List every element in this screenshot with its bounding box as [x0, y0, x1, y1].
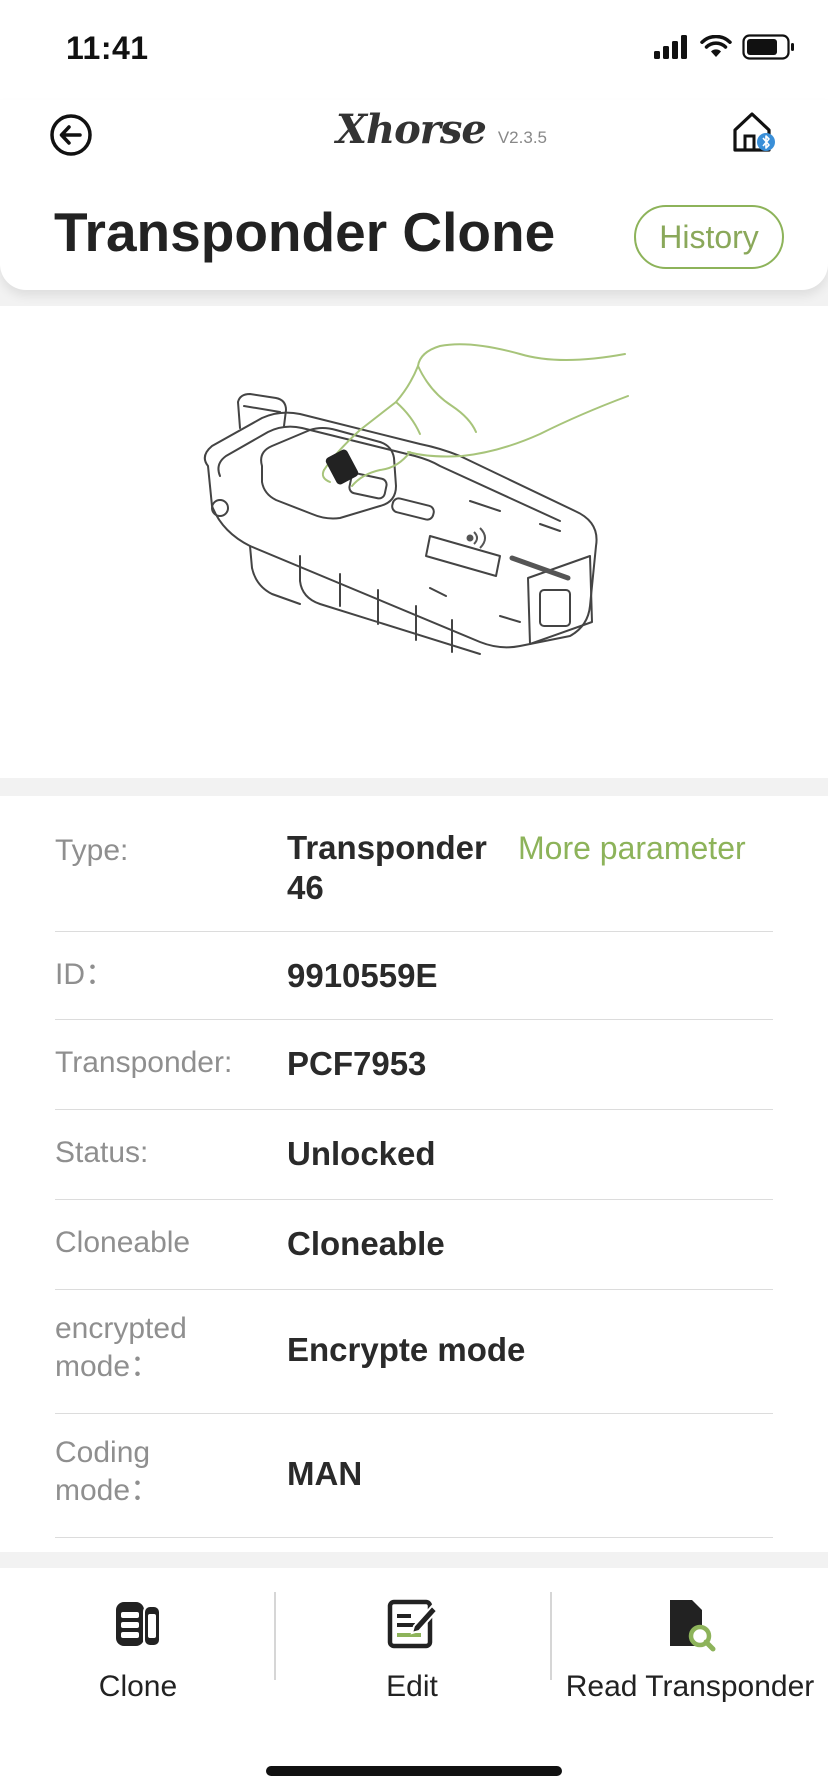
signal-icon: [654, 35, 687, 59]
back-button[interactable]: [48, 112, 94, 158]
tab-clone[interactable]: Clone: [40, 1568, 236, 1738]
cloneable-label: Cloneable: [55, 1226, 191, 1259]
type-label: Type:: [55, 834, 129, 867]
tab-divider: [550, 1592, 552, 1680]
brand-logo: Xhorse: [336, 106, 487, 153]
info-row-coding-mode: Coding mode： MAN: [55, 1414, 773, 1538]
tab-read-transponder-label: Read Transponder: [565, 1670, 815, 1703]
edit-icon: [387, 1599, 439, 1649]
transponder-label: Transponder:: [55, 1046, 233, 1079]
history-button[interactable]: History: [634, 205, 784, 269]
app-version: V2.3.5: [497, 128, 547, 147]
coding-mode-label: Coding mode：: [55, 1436, 161, 1507]
tab-clone-label: Clone: [98, 1670, 178, 1703]
tab-edit[interactable]: Edit: [314, 1568, 510, 1738]
page-title: Transponder Clone: [54, 201, 556, 263]
coding-mode-value: MAN: [287, 1455, 363, 1492]
info-row-transponder: Transponder: PCF7953: [55, 1020, 773, 1110]
status-time: 11:41: [66, 30, 149, 66]
type-value: Transponder 46: [287, 829, 487, 906]
header: Xhorse V2.3.5 Transponder Clone History: [0, 100, 828, 290]
battery-icon: [742, 34, 794, 60]
clone-icon: [116, 1602, 161, 1647]
status-label: Status:: [55, 1136, 149, 1169]
read-transponder-icon: [670, 1600, 716, 1652]
tab-edit-label: Edit: [386, 1670, 438, 1703]
key-tool-drawing: [203, 343, 629, 655]
id-label: ID：: [55, 958, 115, 991]
encrypted-mode-label: encrypted mode：: [55, 1312, 187, 1383]
transponder-info: Type: Transponder 46 More parameter ID： …: [0, 796, 828, 1552]
status-value: Unlocked: [287, 1135, 436, 1172]
cloneable-value: Cloneable: [287, 1225, 445, 1262]
info-row-id: ID： 9910559E: [55, 932, 773, 1020]
transponder-value: PCF7953: [287, 1045, 427, 1082]
status-bar: 11:41: [0, 0, 828, 100]
tab-read-transponder[interactable]: Read Transponder: [560, 1568, 820, 1738]
home-indicator: [266, 1766, 562, 1776]
more-parameter-link[interactable]: More parameter: [518, 828, 746, 868]
info-row-encrypted-mode: encrypted mode： Encrypte mode: [55, 1290, 773, 1414]
device-illustration: [0, 306, 828, 778]
tab-divider: [274, 1592, 276, 1680]
info-row-status: Status: Unlocked: [55, 1110, 773, 1200]
id-value: 9910559E: [287, 957, 438, 994]
screen: 11:41 Xhorse V2.3.5 Transponder Clone Hi…: [0, 0, 828, 1792]
device-home-icon[interactable]: [730, 108, 778, 156]
encrypted-mode-value: Encrypte mode: [287, 1331, 526, 1368]
bottom-tab-bar: Clone Edit Read Transponder: [0, 1568, 828, 1792]
wifi-icon: [700, 35, 732, 57]
info-row-type: Type: Transponder 46 More parameter: [55, 826, 773, 932]
status-icons: [654, 34, 796, 60]
info-row-cloneable: Cloneable Cloneable: [55, 1200, 773, 1290]
brand: Xhorse V2.3.5: [336, 108, 547, 152]
